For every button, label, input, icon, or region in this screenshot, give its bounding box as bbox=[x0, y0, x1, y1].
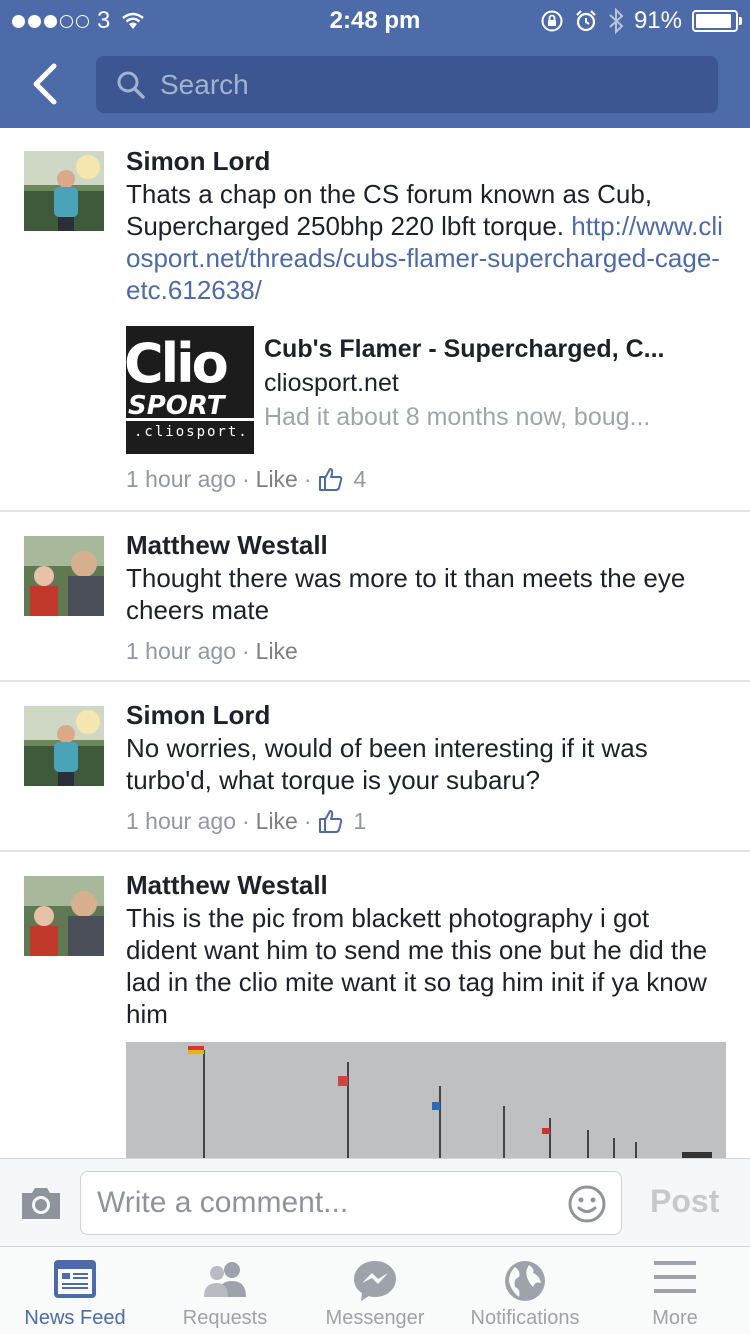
thumbs-up-icon bbox=[318, 810, 342, 833]
globe-icon bbox=[505, 1261, 545, 1301]
like-count: 4 bbox=[353, 466, 367, 492]
like-count: 1 bbox=[353, 808, 367, 834]
back-arrow-icon[interactable] bbox=[28, 62, 64, 106]
like-link[interactable]: Like bbox=[256, 636, 298, 666]
avatar[interactable] bbox=[24, 151, 104, 231]
tab-label: Requests bbox=[182, 1307, 268, 1329]
comment-item: Matthew Westall This is the pic from bla… bbox=[0, 852, 750, 1158]
post-button[interactable]: Post bbox=[650, 1183, 719, 1220]
comment-meta: 1 hour ago · Like · 4 bbox=[126, 464, 367, 494]
alarm-icon bbox=[576, 10, 596, 32]
comment-time: 1 hour ago bbox=[126, 466, 236, 492]
nav-header: 3 2:48 pm 91% bbox=[0, 0, 750, 128]
comment-photo[interactable] bbox=[126, 1042, 726, 1158]
bluetooth-icon bbox=[609, 8, 624, 34]
comment-author[interactable]: Simon Lord bbox=[126, 698, 726, 732]
preview-description: Had it about 8 months now, boug... bbox=[264, 403, 651, 431]
tab-notifications[interactable]: Notifications bbox=[450, 1247, 600, 1334]
avatar[interactable] bbox=[24, 706, 104, 786]
logo-sub-text: SPORT bbox=[128, 391, 227, 421]
tab-bar: News Feed Requests Messenger Notificatio… bbox=[0, 1246, 750, 1334]
tab-requests[interactable]: Requests bbox=[150, 1247, 300, 1334]
tab-label: News Feed bbox=[24, 1307, 126, 1329]
comment-item: Simon Lord No worries, would of been int… bbox=[0, 682, 750, 852]
battery-icon bbox=[692, 10, 742, 32]
comment-text: This is the pic from blackett photograph… bbox=[126, 903, 708, 1029]
news-feed-icon bbox=[54, 1260, 96, 1298]
comment-text: No worries, would of been interesting if… bbox=[126, 733, 648, 795]
preview-domain: cliosport.net bbox=[264, 369, 399, 397]
comment-meta: 1 hour ago · Like · 1 bbox=[126, 806, 367, 836]
rotation-lock-icon bbox=[541, 10, 563, 32]
tab-label: More bbox=[652, 1307, 698, 1329]
thumbs-up-icon bbox=[318, 468, 342, 491]
like-link[interactable]: Like bbox=[256, 806, 298, 836]
battery-level-fill bbox=[696, 14, 731, 28]
search-icon bbox=[117, 71, 145, 99]
comment-author[interactable]: Matthew Westall bbox=[126, 528, 726, 562]
comment-text: Thats a chap on the CS forum known as Cu… bbox=[126, 178, 726, 306]
tab-label: Notifications bbox=[470, 1307, 580, 1329]
comment-item: Matthew Westall Thought there was more t… bbox=[0, 512, 750, 682]
search-bar[interactable] bbox=[96, 56, 718, 113]
comment-time: 1 hour ago bbox=[126, 808, 236, 834]
camera-icon[interactable] bbox=[20, 1185, 62, 1221]
tab-label: Messenger bbox=[325, 1307, 425, 1329]
friend-requests-icon bbox=[204, 1262, 246, 1297]
search-input[interactable] bbox=[160, 68, 680, 101]
avatar[interactable] bbox=[24, 876, 104, 956]
tab-more[interactable]: More bbox=[600, 1247, 750, 1334]
tab-news-feed[interactable]: News Feed bbox=[0, 1247, 150, 1334]
comment-input[interactable] bbox=[97, 1172, 557, 1234]
menu-icon bbox=[654, 1261, 696, 1293]
link-preview[interactable]: Clio SPORT .cliosport. Cub's Flamer - Su… bbox=[126, 326, 726, 454]
comment-composer: Post bbox=[0, 1158, 750, 1246]
preview-thumbnail: Clio SPORT .cliosport. bbox=[126, 326, 254, 454]
comment-time: 1 hour ago bbox=[126, 638, 236, 664]
tab-messenger[interactable]: Messenger bbox=[300, 1247, 450, 1334]
battery-percent: 91% bbox=[633, 7, 682, 34]
comments-list: Simon Lord Thats a chap on the CS forum … bbox=[0, 128, 750, 1158]
comment-author[interactable]: Matthew Westall bbox=[126, 868, 726, 902]
comment-text: Thought there was more to it than meets … bbox=[126, 563, 686, 625]
avatar[interactable] bbox=[24, 536, 104, 616]
emoji-icon[interactable] bbox=[567, 1184, 607, 1224]
logo-domain-text: .cliosport. bbox=[134, 424, 249, 440]
messenger-icon bbox=[354, 1261, 396, 1301]
preview-title: Cub's Flamer - Supercharged, C... bbox=[264, 335, 665, 363]
like-link[interactable]: Like bbox=[256, 464, 298, 494]
logo-main-text: Clio bbox=[126, 332, 227, 395]
status-bar: 3 2:48 pm 91% bbox=[0, 0, 750, 40]
comment-author[interactable]: Simon Lord bbox=[126, 144, 726, 178]
comment-meta: 1 hour ago · Like bbox=[126, 636, 298, 666]
comment-item: Simon Lord Thats a chap on the CS forum … bbox=[0, 128, 750, 512]
comment-input-box[interactable] bbox=[80, 1171, 622, 1235]
